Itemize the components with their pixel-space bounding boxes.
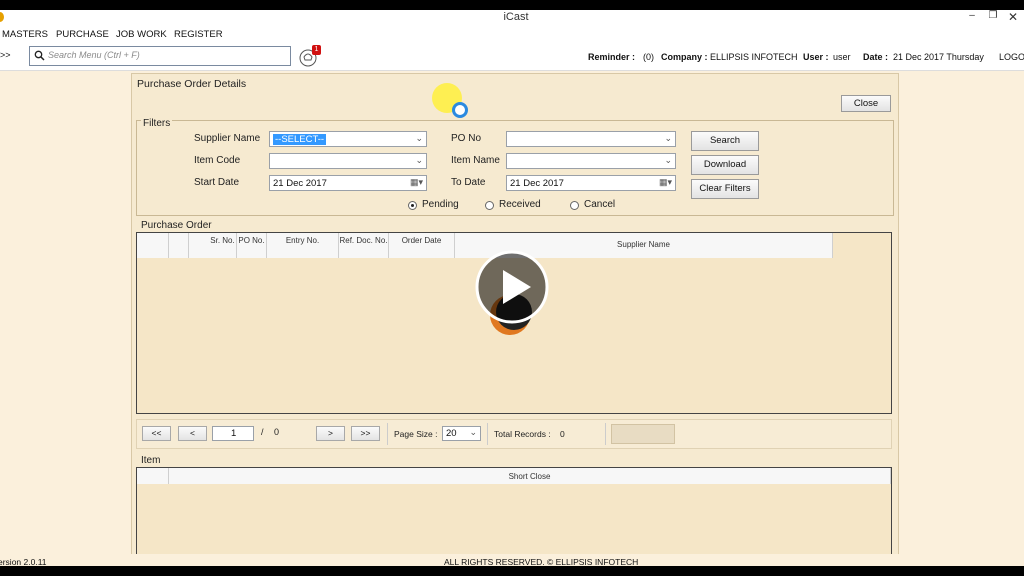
item-name-label: Item Name — [451, 155, 500, 166]
chevron-down-icon: ⌄ — [664, 155, 672, 165]
col-entry-no[interactable]: Entry No. — [267, 233, 339, 258]
notification-icon[interactable]: 1 — [299, 45, 321, 67]
app-window: iCast – ❐ ✕ MASTERS PURCHASE JOB WORK RE… — [0, 10, 1024, 566]
last-page-button[interactable]: >> — [351, 426, 380, 441]
cancel-radio[interactable] — [570, 201, 579, 210]
maximize-button[interactable]: ❐ — [985, 10, 1001, 21]
title-bar: iCast – ❐ ✕ — [0, 10, 1024, 26]
cursor-ring-icon — [452, 102, 468, 118]
menu-job-work[interactable]: JOB WORK — [116, 29, 167, 40]
user-label: User : — [803, 52, 829, 62]
menu-bar: MASTERS PURCHASE JOB WORK REGISTER — [0, 26, 1024, 44]
item-code-label: Item Code — [194, 155, 241, 166]
video-play-icon[interactable] — [475, 250, 549, 324]
calendar-icon[interactable]: ▦▾ — [410, 177, 423, 188]
po-no-label: PO No — [451, 133, 482, 144]
to-date-picker[interactable]: 21 Dec 2017 ▦▾ — [506, 175, 676, 191]
page-number-input[interactable]: 1 — [212, 426, 254, 441]
total-records-value: 0 — [560, 429, 565, 439]
user-value: user — [833, 52, 851, 62]
supplier-name-value: --SELECT-- — [273, 134, 327, 145]
window-title: iCast — [503, 11, 529, 23]
pending-radio[interactable] — [408, 201, 417, 210]
search-icon — [34, 50, 45, 61]
page-size-label: Page Size : — [394, 429, 438, 439]
company-value: ELLIPSIS INFOTECH — [710, 52, 798, 62]
item-name-select[interactable]: ⌄ — [506, 153, 676, 169]
filters-label: Filters — [141, 118, 173, 129]
menu-masters[interactable]: MASTERS — [2, 29, 48, 40]
menu-purchase[interactable]: PURCHASE — [56, 29, 109, 40]
col-ref-doc-no[interactable]: Ref. Doc. No. — [339, 233, 389, 258]
chevron-down-icon: ⌄ — [469, 427, 477, 437]
to-date-value: 21 Dec 2017 — [510, 178, 564, 189]
prev-page-button[interactable]: < — [178, 426, 207, 441]
first-page-button[interactable]: << — [142, 426, 171, 441]
company-label: Company : — [661, 52, 708, 62]
clear-filters-button[interactable]: Clear Filters — [691, 179, 759, 199]
pager-divider — [605, 423, 606, 445]
pager-divider — [487, 423, 488, 445]
page-separator: / — [261, 427, 264, 437]
search-button[interactable]: Search — [691, 131, 759, 151]
page-size-value: 20 — [446, 428, 457, 439]
total-records-label: Total Records : — [494, 429, 551, 439]
date-value: 21 Dec 2017 Thursday — [893, 52, 984, 62]
menu-register[interactable]: REGISTER — [174, 29, 223, 40]
page-number-value: 1 — [231, 428, 237, 439]
start-date-label: Start Date — [194, 177, 240, 188]
version-text: ersion 2.0.11 — [0, 557, 47, 566]
cancel-label[interactable]: Cancel — [584, 199, 615, 210]
col-order-date[interactable]: Order Date — [389, 233, 455, 258]
search-menu-input[interactable]: Search Menu (Ctrl + F) — [29, 46, 291, 66]
notification-badge: 1 — [312, 45, 321, 55]
close-button[interactable]: Close — [841, 95, 891, 112]
to-date-label: To Date — [451, 177, 486, 188]
po-no-select[interactable]: ⌄ — [506, 131, 676, 147]
row-header-col — [137, 233, 169, 258]
pending-label[interactable]: Pending — [422, 199, 459, 210]
start-date-picker[interactable]: 21 Dec 2017 ▦▾ — [269, 175, 427, 191]
nav-toggle-button[interactable]: >> — [0, 50, 11, 60]
date-label: Date : — [863, 52, 889, 62]
logout-link[interactable]: LOGO — [999, 52, 1024, 62]
purchase-order-label: Purchase Order — [141, 220, 212, 231]
minimize-button[interactable]: – — [964, 10, 980, 21]
start-date-value: 21 Dec 2017 — [273, 178, 327, 189]
pager-action-button[interactable] — [611, 424, 675, 444]
chevron-down-icon: ⌄ — [664, 133, 672, 143]
select-col — [169, 233, 189, 258]
col-po-no[interactable]: PO No. — [237, 233, 267, 258]
row-header-col — [137, 468, 169, 484]
item-label: Item — [141, 455, 161, 466]
reminder-label: Reminder : — [588, 52, 636, 62]
reminder-value[interactable]: (0) — [643, 52, 654, 62]
item-grid[interactable]: Short Close — [136, 467, 892, 557]
download-button[interactable]: Download — [691, 155, 759, 175]
total-pages: 0 — [274, 427, 280, 437]
calendar-icon[interactable]: ▦▾ — [659, 177, 672, 188]
search-placeholder: Search Menu (Ctrl + F) — [48, 50, 140, 60]
next-page-button[interactable]: > — [316, 426, 345, 441]
chevron-down-icon: ⌄ — [415, 133, 423, 143]
pager-divider — [387, 423, 388, 445]
status-bar: ersion 2.0.11 ALL RIGHTS RESERVED. © ELL… — [0, 554, 1024, 566]
col-sr-no[interactable]: Sr. No. — [189, 233, 237, 258]
received-label[interactable]: Received — [499, 199, 541, 210]
copyright-text: ALL RIGHTS RESERVED. © ELLIPSIS INFOTECH — [444, 557, 639, 566]
received-radio[interactable] — [485, 201, 494, 210]
chevron-down-icon: ⌄ — [415, 155, 423, 165]
page-size-select[interactable]: 20 ⌄ — [442, 426, 481, 441]
close-window-button[interactable]: ✕ — [1005, 10, 1021, 24]
supplier-name-label: Supplier Name — [194, 133, 261, 144]
col-short-close[interactable]: Short Close — [169, 468, 891, 484]
item-code-select[interactable]: ⌄ — [269, 153, 427, 169]
page-title: Purchase Order Details — [137, 78, 247, 90]
supplier-name-select[interactable]: --SELECT-- ⌄ — [269, 131, 427, 147]
toolbar: >> Search Menu (Ctrl + F) 1 Reminder : (… — [0, 44, 1024, 71]
